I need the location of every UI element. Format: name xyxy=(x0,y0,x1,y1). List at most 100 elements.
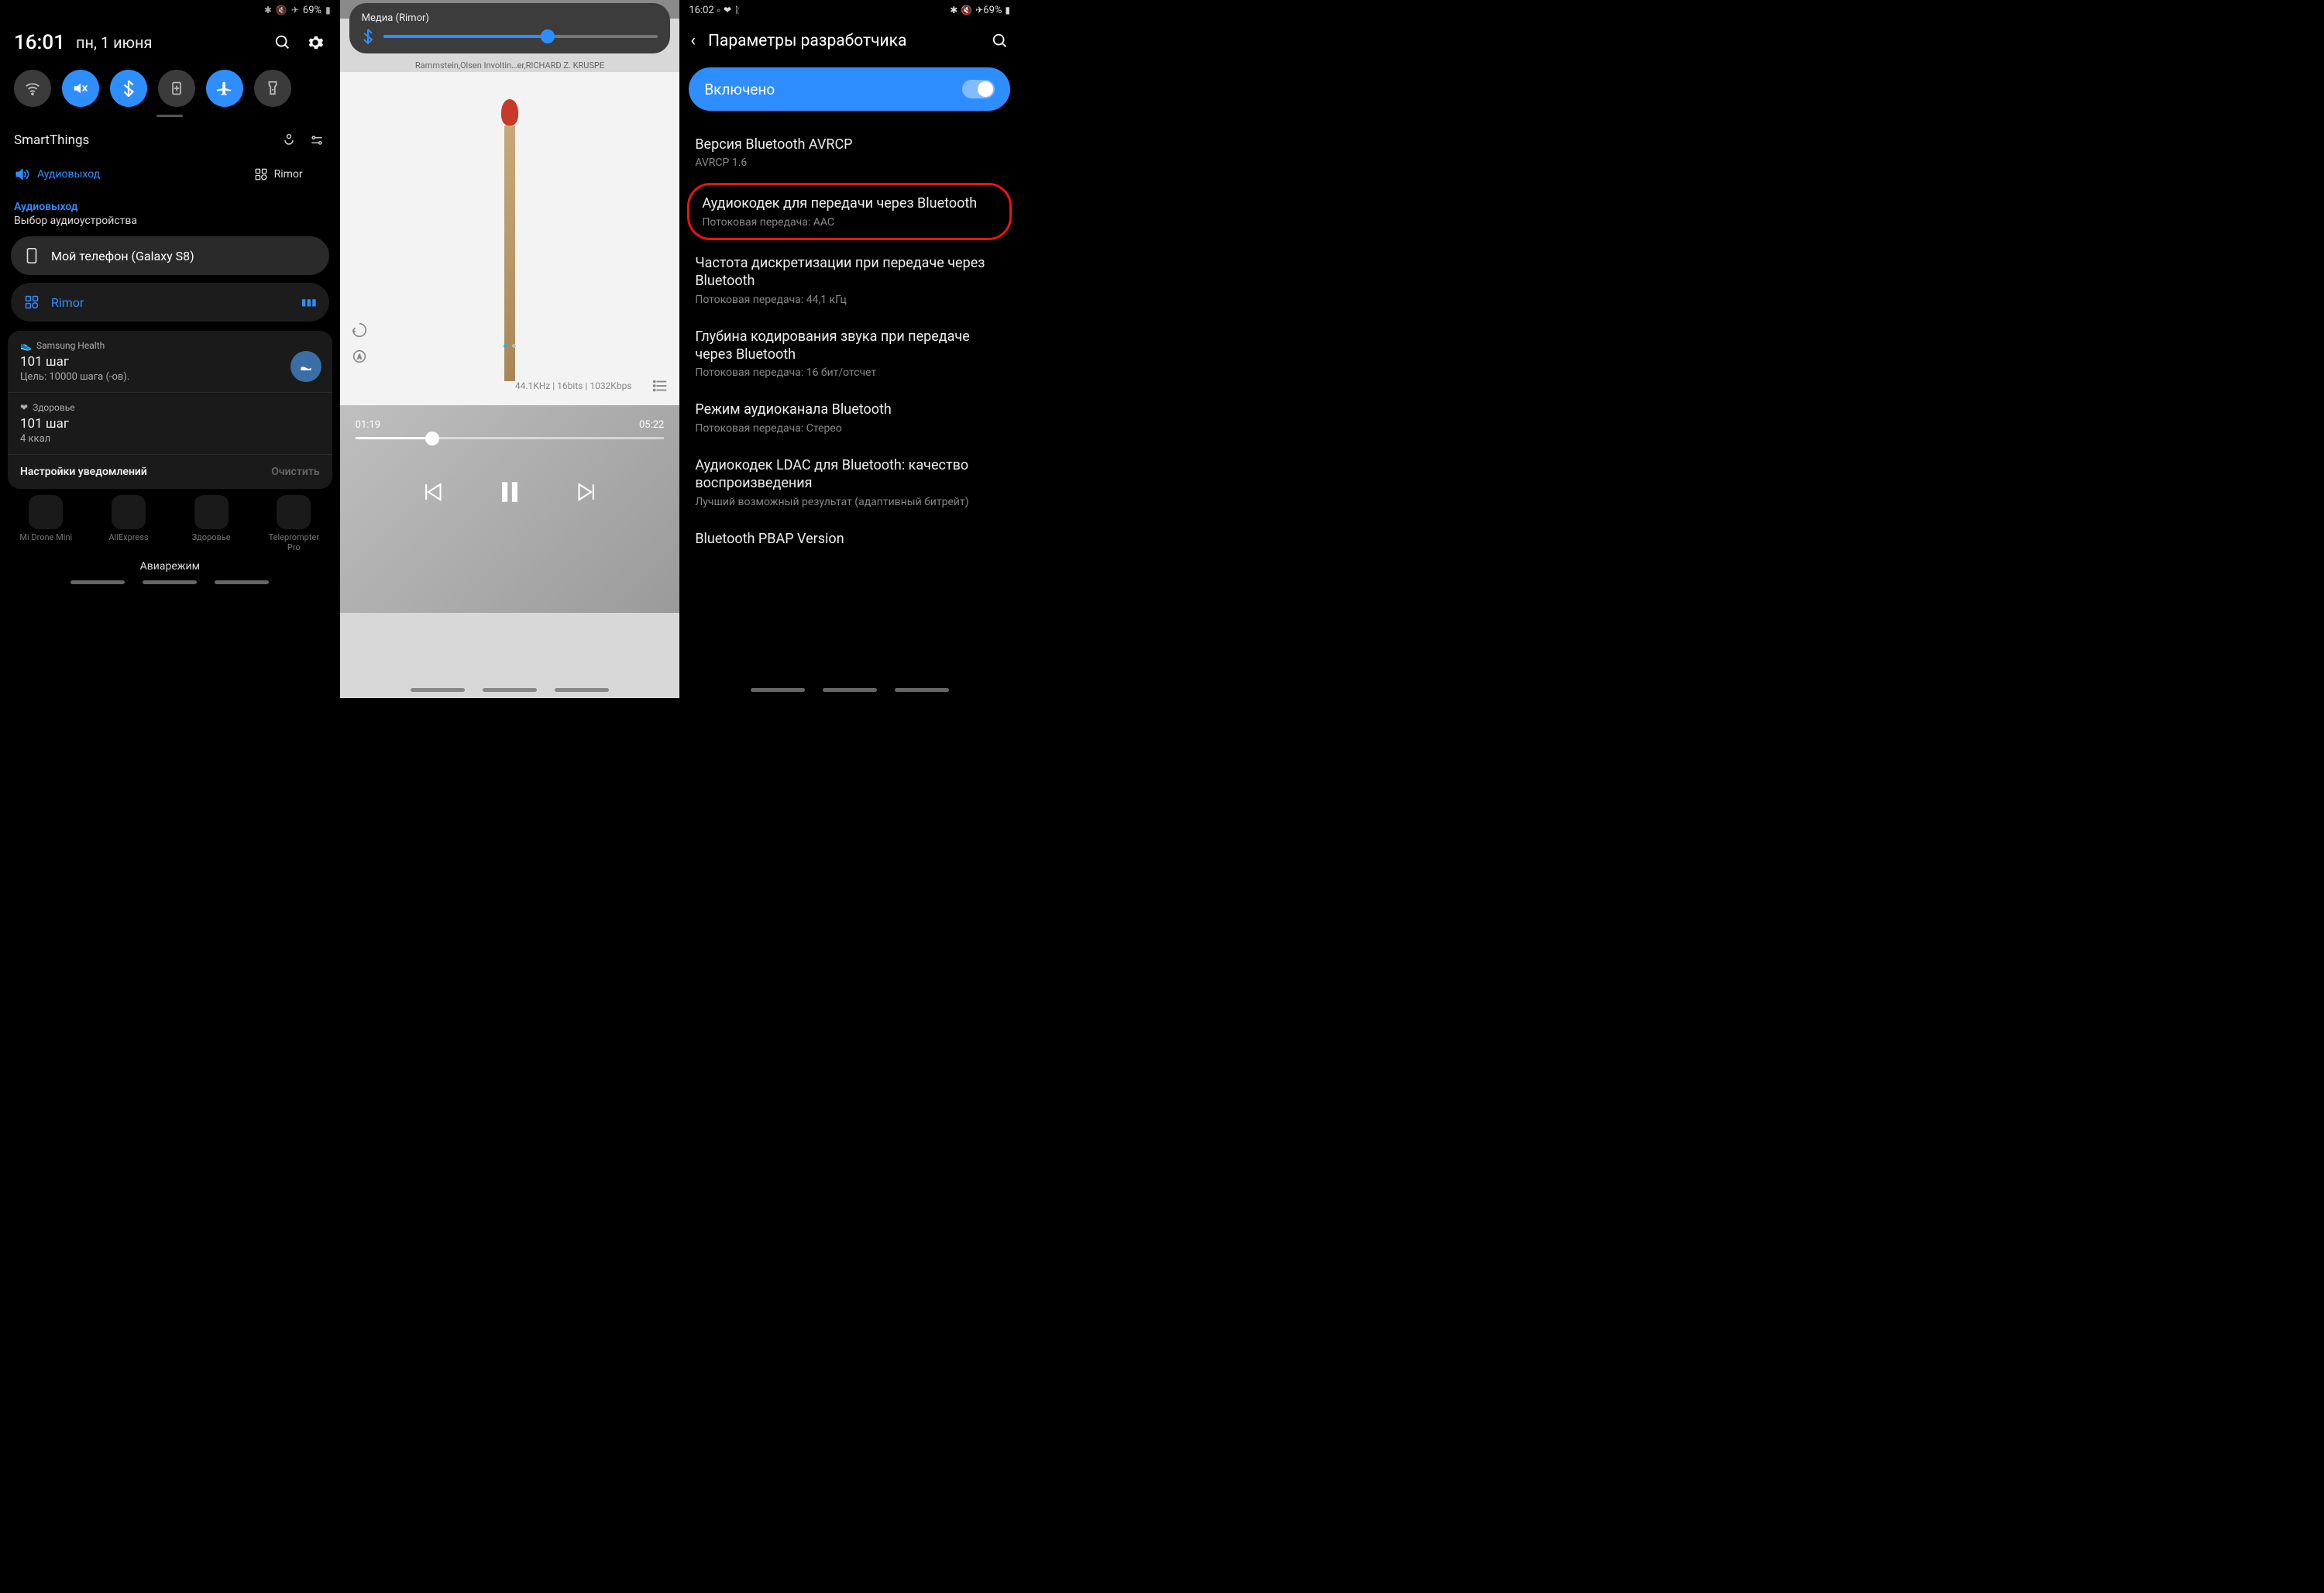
page-dots xyxy=(504,344,516,348)
gallery-status-icon: ▫ xyxy=(717,5,720,15)
album-art xyxy=(501,99,518,378)
nav-bar xyxy=(679,683,1019,697)
pause-button[interactable] xyxy=(497,477,523,507)
shade-expand-handle[interactable] xyxy=(156,115,183,117)
speaker-icon xyxy=(23,294,40,311)
notif-sub: Цель: 10000 шага (-ов). xyxy=(20,371,320,383)
smartthings-settings-icon[interactable] xyxy=(308,131,326,150)
notif-samsung-health[interactable]: 👟Samsung Health 101 шаг Цель: 10000 шага… xyxy=(8,331,332,393)
album-art-area[interactable]: A 44.1KHz | 16bits | 1032Kbps xyxy=(340,72,680,405)
opt-sample-rate[interactable]: Частота дискретизации при передаче через… xyxy=(679,243,1019,317)
nav-back[interactable] xyxy=(215,580,269,584)
airplane-status-icon: ✈ xyxy=(291,5,299,15)
heart-icon: ❤ xyxy=(20,402,28,413)
home-dock: Mi Drone Mini AliExpress Здоровье Telepr… xyxy=(0,489,340,554)
nav-recents[interactable] xyxy=(411,688,465,692)
search-icon[interactable] xyxy=(272,32,294,53)
volume-overlay[interactable]: Медиа (Rimor) xyxy=(349,3,671,53)
shuffle-icon[interactable] xyxy=(348,318,371,342)
developer-options-toggle[interactable]: Включено xyxy=(689,67,1010,111)
qs-wifi[interactable] xyxy=(14,70,51,107)
nav-home[interactable] xyxy=(823,688,877,692)
clock-time: 16:02 xyxy=(689,5,713,16)
shoe-icon: 👟 xyxy=(20,340,32,351)
device-phone-name: Мой телефон (Galaxy S8) xyxy=(51,249,194,263)
dock-app[interactable]: Mi Drone Mini xyxy=(15,495,77,552)
next-button[interactable] xyxy=(572,479,599,505)
clock-time[interactable]: 16:01 xyxy=(14,31,65,54)
opt-avrcp[interactable]: Версия Bluetooth AVRCP AVRCP 1.6 xyxy=(679,125,1019,180)
toggle-label: Включено xyxy=(704,81,775,98)
time-elapsed: 01:19 xyxy=(356,419,380,431)
bluetooth-icon xyxy=(362,29,374,44)
nav-home[interactable] xyxy=(143,580,197,584)
notif-title: 101 шаг xyxy=(20,416,320,432)
mute-status-icon: 🔇 xyxy=(276,5,287,15)
notifications-list: 👟Samsung Health 101 шаг Цель: 10000 шага… xyxy=(8,331,332,489)
rimor-device-shortcut[interactable]: Rimor xyxy=(254,167,303,181)
notif-footer: Настройки уведомлений Очистить xyxy=(8,455,332,489)
music-player-screen: Медиа (Rimor) Rammstein,Olsen Involtin…e… xyxy=(340,0,680,698)
opt-bt-codec[interactable]: Аудиокодек для передачи через Bluetooth … xyxy=(687,183,1012,239)
smartthings-devices-icon[interactable] xyxy=(280,131,298,150)
screen-header: ‹ Параметры разработчика xyxy=(679,20,1019,57)
player-controls: 01:19 05:22 xyxy=(340,405,680,613)
airplane-status-icon: ✈ xyxy=(975,5,983,15)
qs-data-saver[interactable] xyxy=(158,70,195,107)
opt-bit-depth[interactable]: Глубина кодирования звука при передаче ч… xyxy=(679,317,1019,391)
equalizer-icon: ▮▮▮ xyxy=(301,297,317,308)
nav-back[interactable] xyxy=(895,688,949,692)
opt-channel-mode[interactable]: Режим аудиоканала Bluetooth Потоковая пе… xyxy=(679,390,1019,445)
nav-recents[interactable] xyxy=(751,688,805,692)
battery-pct: 69% xyxy=(983,5,1002,16)
nav-back[interactable] xyxy=(555,688,609,692)
notif-title: 101 шаг xyxy=(20,354,320,370)
notif-settings-button[interactable]: Настройки уведомлений xyxy=(20,466,147,478)
notif-app-label: 👟Samsung Health xyxy=(20,340,320,351)
audio-device-phone[interactable]: Мой телефон (Galaxy S8) xyxy=(11,236,329,275)
heart-status-icon: ❤ xyxy=(724,5,731,15)
svg-text:A: A xyxy=(357,353,361,360)
dock-app[interactable]: AliExpress xyxy=(98,495,160,552)
gear-icon[interactable] xyxy=(304,32,326,53)
device-rimor-name: Rimor xyxy=(51,295,84,310)
notif-health2[interactable]: ❤Здоровье 101 шаг 4 ккал xyxy=(8,393,332,455)
opt-pbap[interactable]: Bluetooth PBAP Version xyxy=(679,519,1019,559)
nav-home[interactable] xyxy=(483,688,537,692)
battery-icon: ▮ xyxy=(1005,5,1010,15)
search-icon[interactable] xyxy=(992,33,1009,50)
nav-bar xyxy=(0,576,340,589)
volume-title: Медиа (Rimor) xyxy=(362,12,658,24)
switch-on-icon[interactable] xyxy=(962,80,995,98)
battery-pct: 69% xyxy=(303,5,321,16)
qs-mute-vibrate[interactable] xyxy=(62,70,99,107)
volume-slider[interactable] xyxy=(383,35,658,38)
clear-button[interactable]: Очистить xyxy=(271,466,319,478)
seek-slider[interactable] xyxy=(356,437,665,439)
qs-flashlight[interactable] xyxy=(254,70,291,107)
dock-app[interactable]: Здоровье xyxy=(180,495,242,552)
qs-bluetooth[interactable] xyxy=(110,70,147,107)
clock-date[interactable]: пн, 1 июня xyxy=(76,33,153,52)
quick-settings-row xyxy=(0,62,340,112)
smartthings-row[interactable]: SmartThings xyxy=(0,122,340,159)
battery-icon: ▮ xyxy=(325,5,331,15)
back-button[interactable]: ‹ xyxy=(690,31,696,50)
bluetooth-status-icon: ✱ xyxy=(950,5,957,15)
repeat-icon[interactable]: A xyxy=(348,345,371,368)
notif-sub: 4 ккал xyxy=(20,433,320,445)
audio-device-rimor[interactable]: Rimor ▮▮▮ xyxy=(11,283,329,322)
playlist-icon[interactable] xyxy=(648,374,672,397)
status-bar: ✱ 🔇 ✈ 69% ▮ xyxy=(0,0,340,20)
status-bar: 16:02 ▫ ❤ ᚱ ✱ 🔇 ✈ 69% ▮ xyxy=(679,0,1019,20)
developer-options-screen: 16:02 ▫ ❤ ᚱ ✱ 🔇 ✈ 69% ▮ ‹ Параметры разр… xyxy=(679,0,1019,698)
dock-app[interactable]: Teleprompter Pro xyxy=(263,495,325,552)
opt-ldac[interactable]: Аудиокодек LDAC для Bluetooth: качество … xyxy=(679,446,1019,519)
audio-output-shortcut[interactable]: Аудиовыход xyxy=(14,167,100,182)
prev-button[interactable] xyxy=(421,479,447,505)
qs-airplane[interactable] xyxy=(206,70,243,107)
notif-app-label: ❤Здоровье xyxy=(20,402,320,413)
notification-shade-screen: ✱ 🔇 ✈ 69% ▮ 16:01 пн, 1 июня SmartThings xyxy=(0,0,340,698)
mode-icons: A xyxy=(348,318,371,371)
nav-recents[interactable] xyxy=(70,580,125,584)
